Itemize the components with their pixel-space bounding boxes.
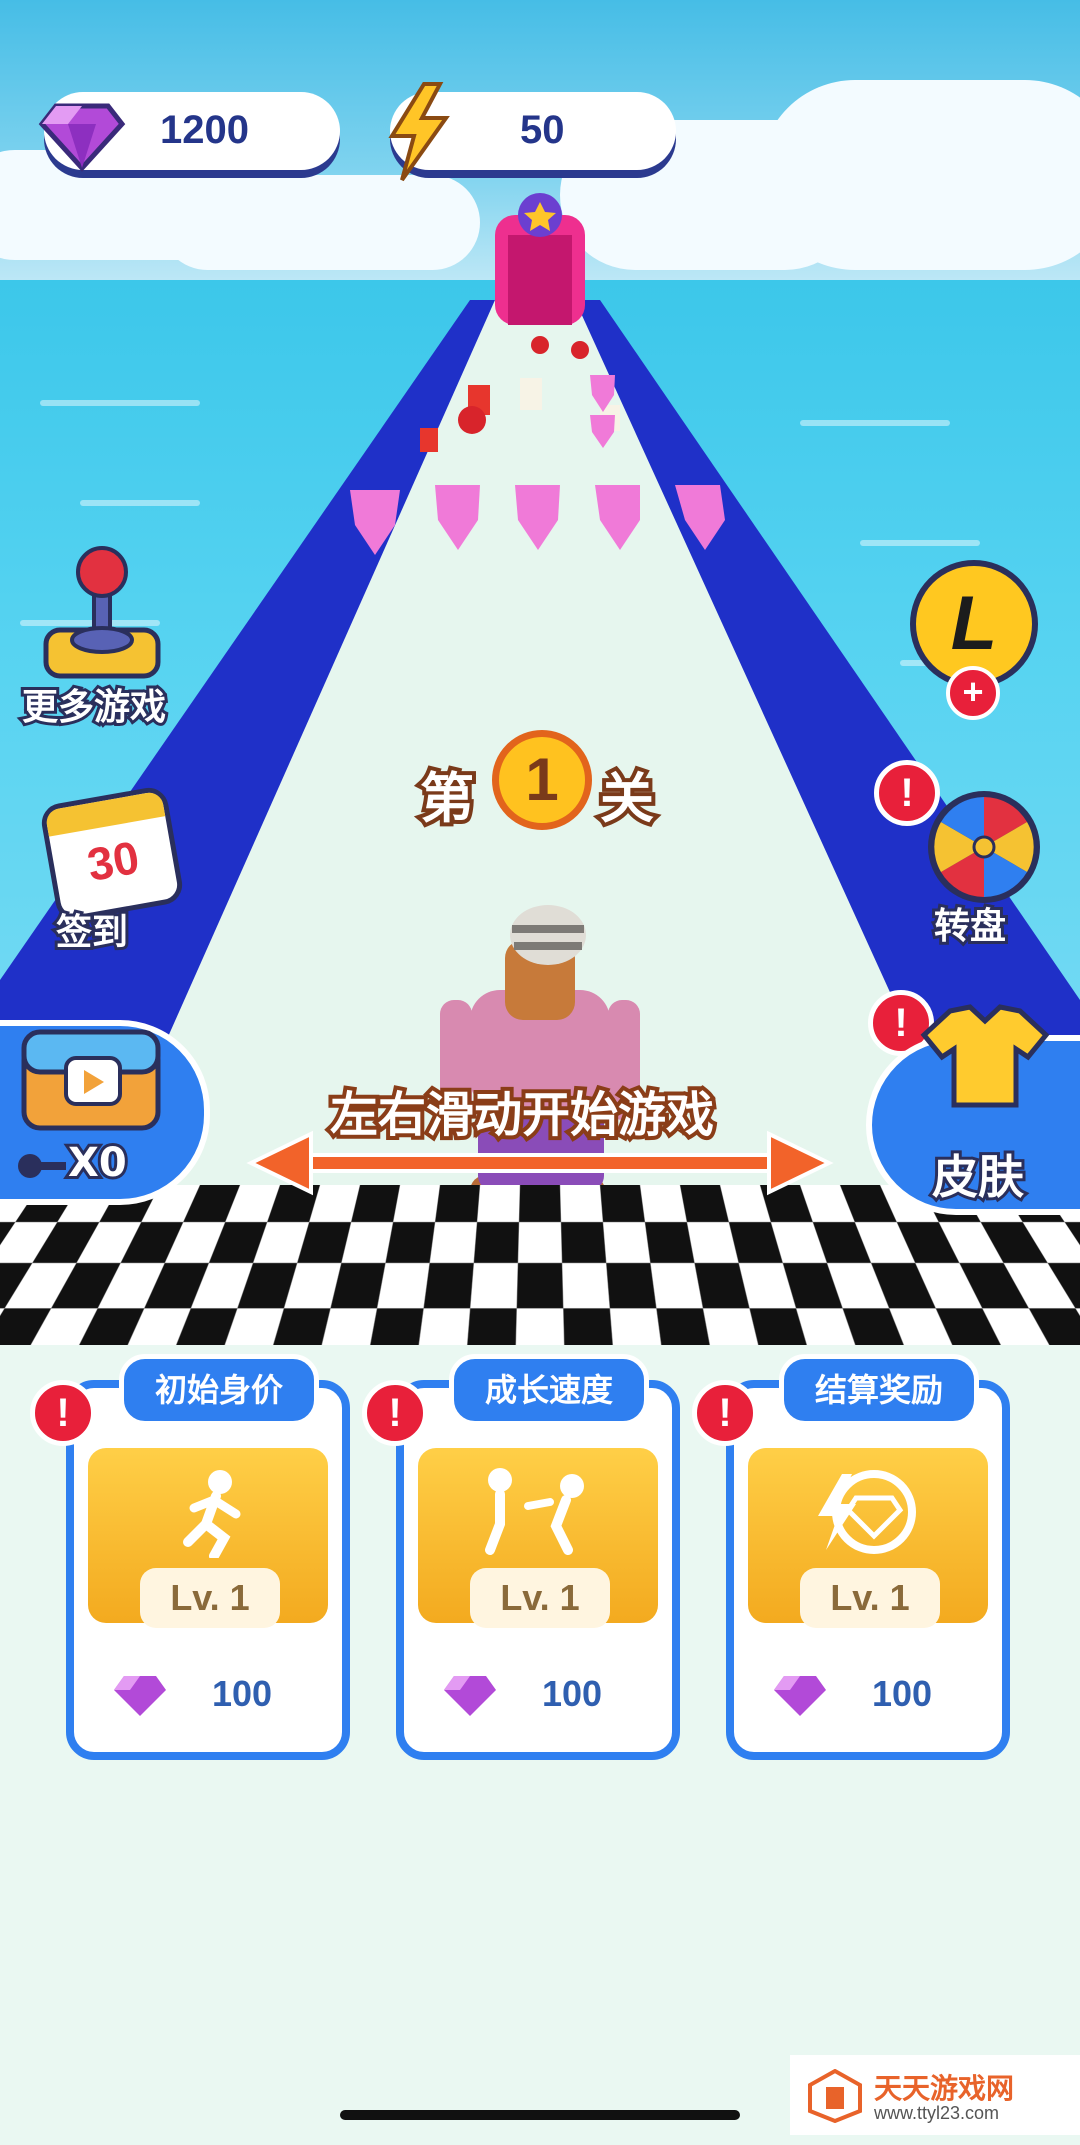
card-title: 成长速度	[449, 1354, 649, 1426]
card-level: Lv. 1	[800, 1568, 940, 1628]
level-indicator: 第 1 关	[416, 730, 670, 840]
card-title: 结算奖励	[779, 1354, 979, 1426]
checkin-label: 签到	[53, 909, 131, 956]
alert-icon: !	[692, 1380, 758, 1446]
level-number: 1	[492, 730, 592, 830]
running-person-icon	[183, 1470, 241, 1558]
key-icon	[18, 1154, 66, 1178]
card-cost: 100	[872, 1673, 933, 1714]
upgrade-card-growth-speed[interactable]: 成长速度 Lv. 1 100	[396, 1354, 680, 1760]
energy-counter: 50	[388, 82, 676, 182]
treasure-chest-icon	[21, 1029, 161, 1131]
more-games-button[interactable]: 更多游戏	[14, 540, 184, 731]
l-bonus-button[interactable]: L +	[910, 560, 1040, 720]
swipe-arrow-icon	[246, 1130, 834, 1196]
level-suffix: 关	[596, 763, 658, 834]
wheel-button[interactable]: 转盘	[916, 785, 1056, 955]
watermark-name: 天天游戏网	[874, 2072, 1015, 2105]
alert-icon: !	[362, 1380, 428, 1446]
chest-key-count: X0	[65, 1137, 130, 1189]
wheel-label: 转盘	[931, 903, 1009, 950]
gem-icon	[444, 1676, 496, 1716]
lightning-gem-icon	[818, 1470, 916, 1554]
upgrade-card-settlement-reward[interactable]: 结算奖励 Lv. 1 100	[726, 1354, 1010, 1760]
card-level: Lv. 1	[470, 1568, 610, 1628]
finish-checker-floor	[0, 1185, 1080, 1359]
gem-counter: 1200	[38, 92, 340, 172]
alert-icon: !	[30, 1380, 96, 1446]
upgrade-card-start-value[interactable]: 初始身价 Lv. 1 100	[66, 1354, 350, 1760]
two-runners-icon	[485, 1468, 584, 1555]
skin-button[interactable]: 皮肤	[866, 1004, 1080, 1215]
checkin-button[interactable]: 30 签到	[38, 784, 186, 956]
gem-icon	[38, 103, 126, 172]
watermark: 天天游戏网 www.ttyl23.com	[790, 2055, 1080, 2135]
card-cost: 100	[212, 1673, 273, 1714]
card-title: 初始身价	[119, 1354, 319, 1426]
shirt-icon	[920, 1004, 1050, 1108]
calendar-day: 30	[83, 830, 143, 891]
gem-icon	[774, 1676, 826, 1716]
more-games-label: 更多游戏	[19, 684, 169, 731]
gem-icon	[114, 1676, 166, 1716]
home-indicator[interactable]	[340, 2110, 740, 2120]
skin-label: 皮肤	[929, 1147, 1027, 1207]
card-cost: 100	[542, 1673, 603, 1714]
gem-count: 1200	[160, 108, 249, 152]
watermark-url: www.ttyl23.com	[874, 2103, 1000, 2123]
lightning-icon	[388, 82, 450, 182]
finish-gate	[495, 193, 585, 325]
plus-icon: +	[946, 666, 1000, 720]
card-panel: Lv. 1	[418, 1448, 658, 1628]
level-prefix: 第	[416, 763, 478, 834]
card-panel: Lv. 1	[748, 1448, 988, 1628]
watermark-logo-icon	[808, 2069, 862, 2123]
card-level: Lv. 1	[140, 1568, 280, 1628]
energy-count: 50	[520, 108, 565, 152]
joystick-icon	[43, 546, 161, 679]
prize-wheel-icon	[928, 791, 1040, 903]
card-panel: Lv. 1	[88, 1448, 328, 1628]
video-chest-button[interactable]: X0	[0, 1020, 210, 1205]
